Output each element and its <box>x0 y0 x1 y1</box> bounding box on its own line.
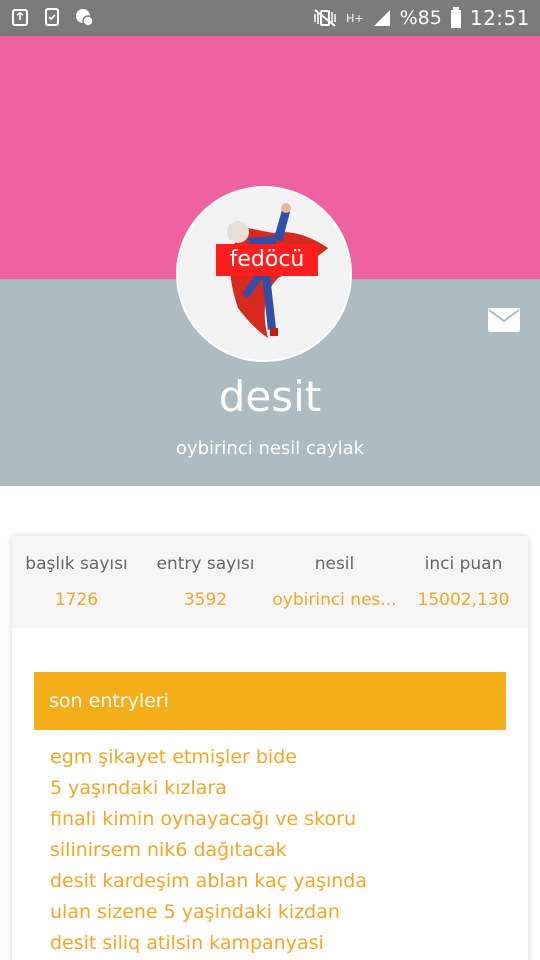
entry-link[interactable]: desit siliq atilsin kampanyasi <box>50 928 510 959</box>
avatar-caption: fedöcü <box>216 244 318 276</box>
entry-link[interactable]: silinirsem nik6 dağıtacak <box>50 835 510 866</box>
stat-label: inci puan <box>424 554 503 574</box>
chat-icon <box>76 9 94 27</box>
mail-icon[interactable] <box>488 308 520 332</box>
stat-value: 3592 <box>183 590 228 610</box>
battery-icon <box>450 7 461 28</box>
clock: 12:51 <box>469 6 530 30</box>
avatar[interactable]: fedöcü <box>176 186 352 362</box>
entry-link[interactable]: desit kardeşim ablan kaç yaşında <box>50 866 510 897</box>
battery-percent: %85 <box>399 7 442 29</box>
stat-label: nesil <box>314 554 355 574</box>
recent-entries-header: son entryleri <box>34 672 506 730</box>
notification-icons <box>10 7 94 27</box>
profile-card: başlık sayısı 1726 entry sayısı 3592 nes… <box>12 536 528 960</box>
stat-value: 15002,130 <box>417 590 510 610</box>
system-indicators: H+ %85 12:51 <box>312 4 530 32</box>
recycle-icon <box>12 9 28 26</box>
phone-check-icon <box>45 8 59 26</box>
entry-link[interactable]: 5 yaşındaki kızlara <box>50 773 510 804</box>
recent-entries-list: egm şikayet etmişler bide 5 yaşındaki kı… <box>50 742 510 959</box>
signal-icon <box>373 10 390 26</box>
network-type-label: H+ <box>346 11 364 25</box>
mute-vibrate-icon <box>314 9 336 27</box>
entry-link[interactable]: egm şikayet etmişler bide <box>50 742 510 773</box>
status-bar: H+ %85 12:51 <box>0 0 540 36</box>
user-rank: oybirinci nesil caylak <box>175 438 365 459</box>
username: desit <box>218 372 322 421</box>
entry-link[interactable]: finali kimin oynayacağı ve skoru <box>50 804 510 835</box>
stat-label: başlık sayısı <box>25 554 128 574</box>
entry-link[interactable]: ulan sizene 5 yaşindaki kizdan <box>50 897 510 928</box>
stat-label: entry sayısı <box>156 554 255 574</box>
stat-value: 1726 <box>54 590 99 610</box>
stat-value: oybirinci nes... <box>272 590 397 610</box>
stats-row: başlık sayısı 1726 entry sayısı 3592 nes… <box>12 536 528 628</box>
